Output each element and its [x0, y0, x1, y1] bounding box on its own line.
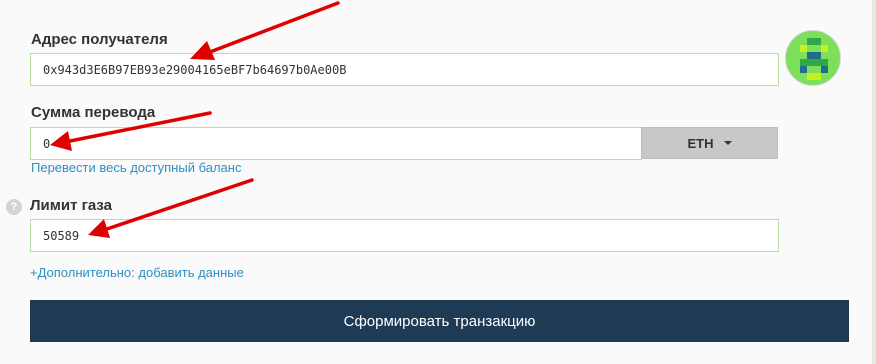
gas-limit-label: Лимит газа [30, 197, 112, 214]
amount-input[interactable] [30, 127, 642, 160]
advanced-add-data-link[interactable]: +Дополнительно: добавить данные [30, 265, 244, 280]
address-label: Адрес получателя [31, 31, 168, 48]
send-all-balance-link[interactable]: Перевести весь доступный баланс [31, 160, 241, 175]
identicon-avatar [785, 30, 841, 86]
gas-limit-input[interactable] [30, 219, 779, 252]
unit-dropdown-label: ETH [687, 135, 714, 151]
chevron-down-icon [723, 141, 732, 145]
amount-label: Сумма перевода [31, 104, 156, 121]
generate-transaction-button[interactable]: Сформировать транзакцию [30, 300, 849, 342]
question-circle-icon[interactable]: ? [6, 199, 22, 215]
unit-dropdown[interactable]: ETH [641, 127, 778, 159]
panel-edge [872, 0, 876, 364]
address-input[interactable] [30, 53, 779, 86]
